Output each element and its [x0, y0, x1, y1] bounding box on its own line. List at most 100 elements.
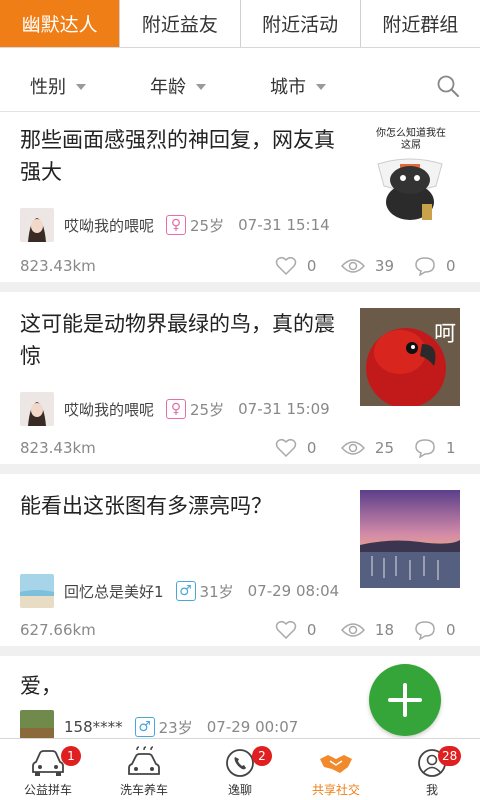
post-time: 07-29 08:04: [247, 582, 340, 600]
post-thumbnail: 呵: [360, 308, 460, 406]
author-name[interactable]: 哎呦我的喂呢: [64, 399, 154, 420]
chevron-down-icon: [196, 83, 206, 90]
city-filter[interactable]: 城市: [270, 73, 326, 99]
post-card[interactable]: 这可能是动物界最绿的鸟，真的震惊 呵 哎呦我的喂呢 ♀ 25岁 07-31 15…: [0, 292, 480, 474]
car-icon: [31, 745, 65, 781]
like-count: 0: [306, 621, 317, 639]
comment-count: 0: [446, 257, 456, 275]
male-icon: ♂: [134, 717, 155, 737]
city-filter-label: 城市: [270, 76, 306, 98]
avatar[interactable]: [20, 392, 54, 426]
female-icon: ♀: [166, 399, 187, 419]
post-card[interactable]: 能看出这张图有多漂亮吗？ 回忆总是美好1 ♂ 31岁 07-29 08:04 6…: [0, 474, 480, 656]
handshake-icon: [318, 745, 354, 781]
post-title: 这可能是动物界最绿的鸟，真的震惊: [20, 312, 335, 368]
nav-social[interactable]: 共享社交: [288, 739, 384, 800]
male-icon: ♂: [175, 581, 196, 601]
gender-filter[interactable]: 性别: [30, 73, 86, 99]
thumbnail-caption: 呵: [433, 322, 456, 347]
avatar[interactable]: [20, 574, 54, 608]
post-thumbnail: 你怎么知道我在这屌: [360, 124, 460, 222]
age-filter-label: 年龄: [150, 76, 186, 98]
tab-nearby-events[interactable]: 附近活动: [240, 0, 361, 47]
post-stats: 823.43km 0 25 1: [20, 438, 460, 458]
view-count: 39: [374, 257, 394, 275]
chevron-down-icon: [316, 83, 326, 90]
eye-icon: [340, 441, 365, 455]
author-name[interactable]: 哎呦我的喂呢: [64, 215, 154, 236]
nav-label: 洗车养车: [119, 783, 168, 797]
nav-carpool[interactable]: 公益拼车 1: [0, 739, 96, 800]
distance-label: 823.43km: [20, 439, 96, 457]
comment-icon: [415, 439, 435, 458]
chevron-down-icon: [76, 83, 86, 90]
nav-me[interactable]: 我 28: [384, 739, 480, 800]
view-count: 25: [374, 439, 394, 457]
like-count: 0: [306, 439, 317, 457]
post-title: 那些画面感强烈的神回复，网友真强大: [20, 128, 335, 184]
female-icon: ♀: [166, 215, 187, 235]
nav-chat[interactable]: 逸聊 2: [192, 739, 288, 800]
post-time: 07-31 15:14: [238, 216, 330, 234]
search-icon[interactable]: [436, 74, 460, 98]
view-stat: 18: [340, 621, 394, 639]
tab-nearby-groups[interactable]: 附近群组: [360, 0, 480, 47]
gender-age: ♂ 23岁: [134, 717, 193, 738]
comment-count: 0: [446, 621, 456, 639]
eye-icon: [340, 259, 365, 273]
comment-icon: [415, 621, 435, 640]
post-thumbnail: [360, 490, 460, 588]
post-feed: 那些画面感强烈的神回复，网友真强大 你怎么知道我在这屌 哎呦我的喂呢 ♀ 25岁: [0, 112, 480, 756]
age-label: 31岁: [199, 582, 234, 601]
post-stats: 823.43km 0 39 0: [20, 256, 460, 276]
notification-badge: 2: [252, 746, 272, 766]
notification-badge: 28: [438, 746, 462, 766]
age-label: 23岁: [158, 718, 193, 737]
tab-nearby-friends[interactable]: 附近益友: [120, 0, 241, 47]
add-post-button[interactable]: [369, 664, 441, 736]
nav-label: 我: [425, 783, 438, 797]
eye-icon: [340, 623, 365, 637]
comment-stat[interactable]: 0: [414, 256, 460, 276]
car-wash-icon: [125, 745, 163, 781]
nav-label: 共享社交: [311, 783, 360, 797]
distance-label: 823.43km: [20, 257, 96, 275]
top-tab-bar: 幽默达人 附近益友 附近活动 附近群组: [0, 0, 480, 48]
comment-stat[interactable]: 1: [414, 438, 460, 458]
nav-car-wash[interactable]: 洗车养车: [96, 739, 192, 800]
nav-label: 公益拼车: [23, 783, 72, 797]
gender-age: ♀ 25岁: [166, 215, 224, 236]
thumbnail-caption: 你怎么知道我在这屌: [376, 128, 446, 151]
like-stat[interactable]: 0: [275, 438, 321, 458]
bottom-nav: 公益拼车 1 洗车养车 逸聊 2 共享社交 我 28: [0, 738, 480, 800]
filter-bar: 性别 年龄 城市: [0, 60, 480, 112]
heart-icon: [275, 438, 297, 458]
post-title: 能看出这张图有多漂亮吗？: [20, 494, 272, 518]
gender-age: ♂ 31岁: [175, 581, 234, 602]
post-stats: 627.66km 0 18 0: [20, 620, 460, 640]
phone-icon: [225, 745, 255, 781]
gender-age: ♀ 25岁: [166, 399, 224, 420]
post-author-row: 哎呦我的喂呢 ♀ 25岁 07-31 15:14: [20, 208, 330, 242]
heart-icon: [275, 620, 297, 640]
like-count: 0: [306, 257, 317, 275]
like-stat[interactable]: 0: [275, 256, 321, 276]
view-count: 18: [374, 621, 394, 639]
tab-humor[interactable]: 幽默达人: [0, 0, 121, 47]
author-name[interactable]: 回忆总是美好1: [64, 581, 164, 602]
post-time: 07-29 00:07: [206, 718, 299, 736]
like-stat[interactable]: 0: [275, 620, 321, 640]
notification-badge: 1: [61, 746, 81, 766]
post-time: 07-31 15:09: [238, 400, 330, 418]
avatar[interactable]: [20, 208, 54, 242]
post-card[interactable]: 那些画面感强烈的神回复，网友真强大 你怎么知道我在这屌 哎呦我的喂呢 ♀ 25岁: [0, 112, 480, 292]
comment-stat[interactable]: 0: [414, 620, 460, 640]
comment-icon: [415, 257, 435, 276]
age-label: 25岁: [190, 400, 225, 419]
heart-icon: [275, 256, 297, 276]
comment-count: 1: [446, 439, 456, 457]
age-label: 25岁: [190, 216, 225, 235]
nav-label: 逸聊: [227, 783, 252, 797]
age-filter[interactable]: 年龄: [150, 73, 206, 99]
author-name[interactable]: 158****: [64, 718, 123, 736]
